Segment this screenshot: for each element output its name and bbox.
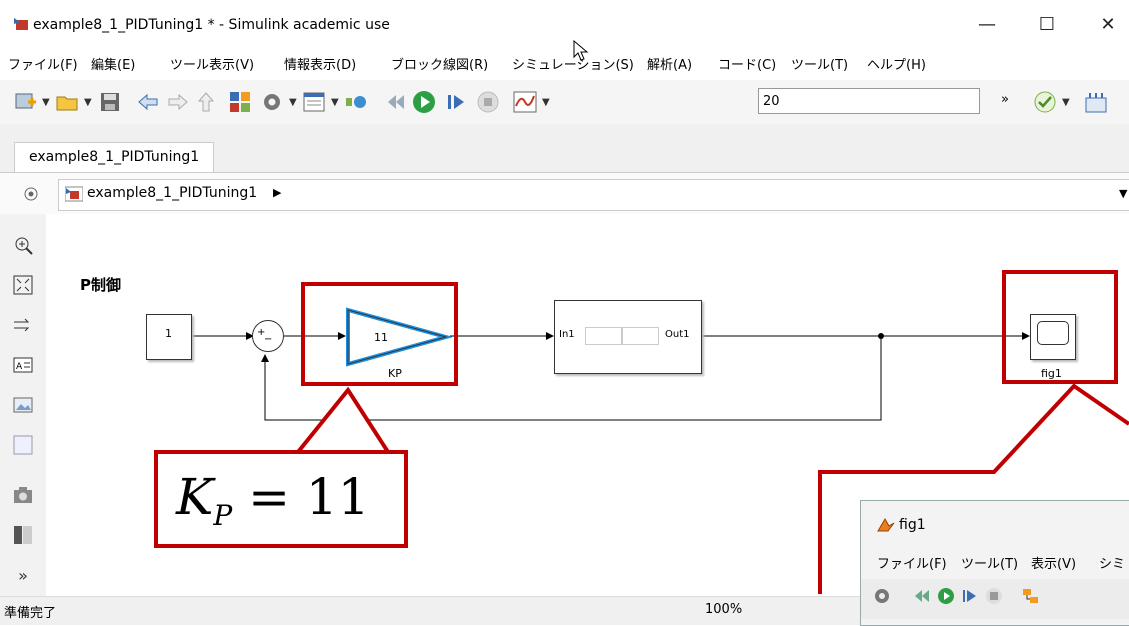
model-explorer-icon[interactable]: [302, 90, 326, 114]
open-dropdown-icon[interactable]: ▼: [84, 97, 92, 108]
breadcrumb-model-link[interactable]: example8_1_PIDTuning1: [87, 185, 257, 201]
kp-formula-symbol: K: [176, 468, 214, 526]
kp-formula: KP = 11: [176, 468, 370, 532]
update-diagram-icon[interactable]: [345, 90, 369, 114]
fig-toolbar: [861, 579, 1129, 619]
sdi-dropdown-icon[interactable]: ▼: [542, 97, 550, 108]
new-model-icon[interactable]: [14, 90, 38, 114]
breadcrumb-arrow-icon[interactable]: ▶: [273, 186, 281, 199]
fig-menu-tools[interactable]: ツール(T): [961, 553, 1018, 572]
breadcrumb-bar: example8_1_PIDTuning1 ▶ ▼: [0, 172, 1129, 216]
menu-help[interactable]: ヘルプ(H): [867, 54, 926, 73]
menu-file[interactable]: ファイル(F): [8, 54, 78, 73]
route-lines-icon[interactable]: [12, 314, 34, 336]
toolbar-overflow-button[interactable]: »: [1001, 92, 1009, 107]
fig-step-back-icon[interactable]: [913, 587, 931, 605]
status-text: 準備完了: [4, 606, 57, 621]
kp-formula-subscript: P: [213, 499, 233, 532]
menu-diagram[interactable]: ブロック線図(R): [391, 54, 488, 73]
menu-display[interactable]: 情報表示(D): [284, 54, 356, 73]
sdi-signal-icon[interactable]: [513, 90, 537, 114]
up-arrow-icon[interactable]: [194, 90, 218, 114]
title-bar: example8_1_PIDTuning1 * - Simulink acade…: [0, 0, 1129, 61]
fig-menu-view[interactable]: 表示(V): [1031, 553, 1076, 572]
zoom-level: 100%: [705, 602, 743, 617]
svg-text:A: A: [16, 362, 23, 372]
zoom-icon[interactable]: [12, 234, 34, 256]
menu-tools[interactable]: ツール(T): [791, 54, 848, 73]
breadcrumb-menu-icon[interactable]: ▼: [1119, 187, 1127, 200]
tab-example8-1-pidtuning1[interactable]: example8_1_PIDTuning1: [14, 142, 215, 172]
library-browser-icon[interactable]: [228, 90, 252, 114]
property-inspector-icon[interactable]: [12, 524, 34, 546]
window-title: example8_1_PIDTuning1 * - Simulink acade…: [33, 17, 390, 33]
menu-code[interactable]: コード(C): [718, 54, 776, 73]
maximize-button[interactable]: ☐: [1032, 10, 1062, 40]
save-icon[interactable]: [98, 90, 122, 114]
screenshot-camera-icon[interactable]: [12, 484, 34, 506]
new-dropdown-icon[interactable]: ▼: [42, 97, 50, 108]
fig-settings-gear-icon[interactable]: [873, 587, 891, 605]
fig-run-icon[interactable]: [937, 587, 955, 605]
model-tab-strip: example8_1_PIDTuning1: [0, 124, 1129, 172]
fig-menu-file[interactable]: ファイル(F): [877, 553, 947, 572]
stop-time-input[interactable]: 20: [758, 88, 980, 114]
settings-dropdown-icon[interactable]: ▼: [289, 97, 297, 108]
kp-callout: KP = 11: [154, 450, 408, 548]
fig-highlight-icon[interactable]: [1021, 587, 1041, 605]
simulink-logo-icon: [14, 18, 28, 30]
palette-more-button[interactable]: »: [12, 566, 34, 588]
menu-edit[interactable]: 編集(E): [91, 54, 135, 73]
matlab-figure-icon: [877, 518, 895, 532]
tool-palette: A »: [0, 214, 47, 596]
annotation-icon[interactable]: A: [12, 354, 34, 376]
close-button[interactable]: ✕: [1093, 10, 1123, 40]
forward-arrow-icon[interactable]: [166, 90, 190, 114]
area-icon[interactable]: [12, 434, 34, 456]
back-arrow-icon[interactable]: [136, 90, 160, 114]
step-back-icon[interactable]: [384, 90, 408, 114]
open-folder-icon[interactable]: [55, 90, 79, 114]
build-icon[interactable]: [1084, 90, 1108, 114]
fit-to-view-icon[interactable]: [12, 274, 34, 296]
model-icon: [65, 186, 83, 202]
fig-stop-icon[interactable]: [985, 587, 1003, 605]
fig1-window[interactable]: fig1 ファイル(F) ツール(T) 表示(V) シミ: [860, 500, 1129, 626]
stop-icon[interactable]: [476, 90, 500, 114]
menu-bar: ファイル(F) 編集(E) ツール表示(V) 情報表示(D) ブロック線図(R)…: [0, 50, 1129, 76]
run-icon[interactable]: [412, 90, 436, 114]
toolbar: ▼ ▼ ▼ ▼ ▼ 20 » ▼: [0, 80, 1129, 125]
explorer-dropdown-icon[interactable]: ▼: [331, 97, 339, 108]
hide-browser-icon[interactable]: [24, 187, 38, 201]
settings-gear-icon[interactable]: [260, 90, 284, 114]
model-advisor-check-icon[interactable]: [1033, 90, 1057, 114]
step-forward-icon[interactable]: [444, 90, 468, 114]
image-icon[interactable]: [12, 394, 34, 416]
breadcrumb: example8_1_PIDTuning1 ▶ ▼: [58, 179, 1129, 211]
fig-menu-simulation[interactable]: シミ: [1099, 553, 1125, 572]
menu-simulation[interactable]: シミュレーション(S): [512, 54, 634, 73]
fig-step-forward-icon[interactable]: [961, 587, 979, 605]
kp-formula-value: = 11: [232, 468, 370, 526]
menu-analysis[interactable]: 解析(A): [647, 54, 692, 73]
advisor-dropdown-icon[interactable]: ▼: [1062, 97, 1070, 108]
fig-window-title: fig1: [899, 517, 926, 533]
menu-view[interactable]: ツール表示(V): [170, 54, 254, 73]
minimize-button[interactable]: —: [972, 10, 1002, 40]
